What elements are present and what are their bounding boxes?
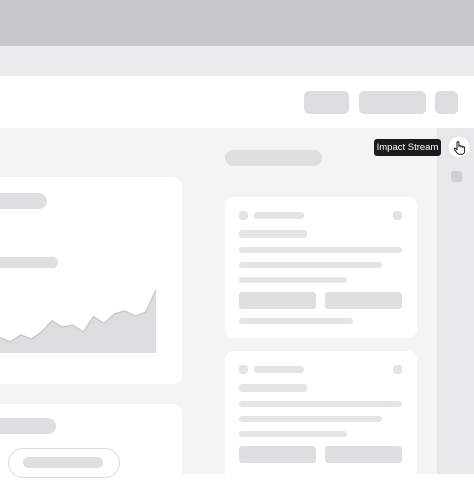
stream-card-action-button[interactable] [239,292,316,309]
stream-card-avatar-placeholder [239,211,248,220]
secondary-card-title-placeholder [0,418,56,434]
rail-secondary-icon[interactable] [451,171,462,182]
stream-card-avatar-placeholder [239,365,248,374]
stream-card-action-button[interactable] [239,446,316,463]
hand-pointer-icon [447,135,471,159]
stream-card-text-line [239,401,402,407]
tab-strip [0,46,474,76]
chart-card-subtitle-placeholder [0,257,58,268]
stream-card-menu-placeholder [393,365,402,374]
stream-card-heading-placeholder [239,230,307,238]
stream-card-text-line [239,416,382,422]
stream-card-author-placeholder [254,212,304,219]
stream-card-text-line [239,431,347,437]
tooltip-impact-stream: Impact Stream [374,139,441,156]
stream-card-text-line [239,277,347,283]
stream-card-text-line [239,262,382,268]
stream-card-heading-placeholder [239,384,307,392]
toolbar-action-button-2[interactable] [359,91,426,114]
stream-card-text-line [239,247,402,253]
stream-header-placeholder [225,150,322,166]
stream-card-action-button[interactable] [325,446,402,463]
outlined-pill-button-label-placeholder [23,457,103,468]
stream-card-menu-placeholder [393,211,402,220]
stream-card-footer-line [239,318,353,324]
secondary-card [0,404,182,484]
chart-card [0,177,182,384]
toolbar-action-button-1[interactable] [304,91,349,114]
stream-card-author-placeholder [254,366,304,373]
stream-card[interactable] [225,197,417,338]
window-title-bar [0,0,474,46]
stream-card[interactable] [225,351,417,492]
area-chart-placeholder [0,289,157,353]
chart-area-fill [0,290,156,353]
chart-card-title-placeholder [0,193,47,209]
stream-card-action-button[interactable] [325,292,402,309]
toolbar-action-button-3[interactable] [435,91,458,114]
